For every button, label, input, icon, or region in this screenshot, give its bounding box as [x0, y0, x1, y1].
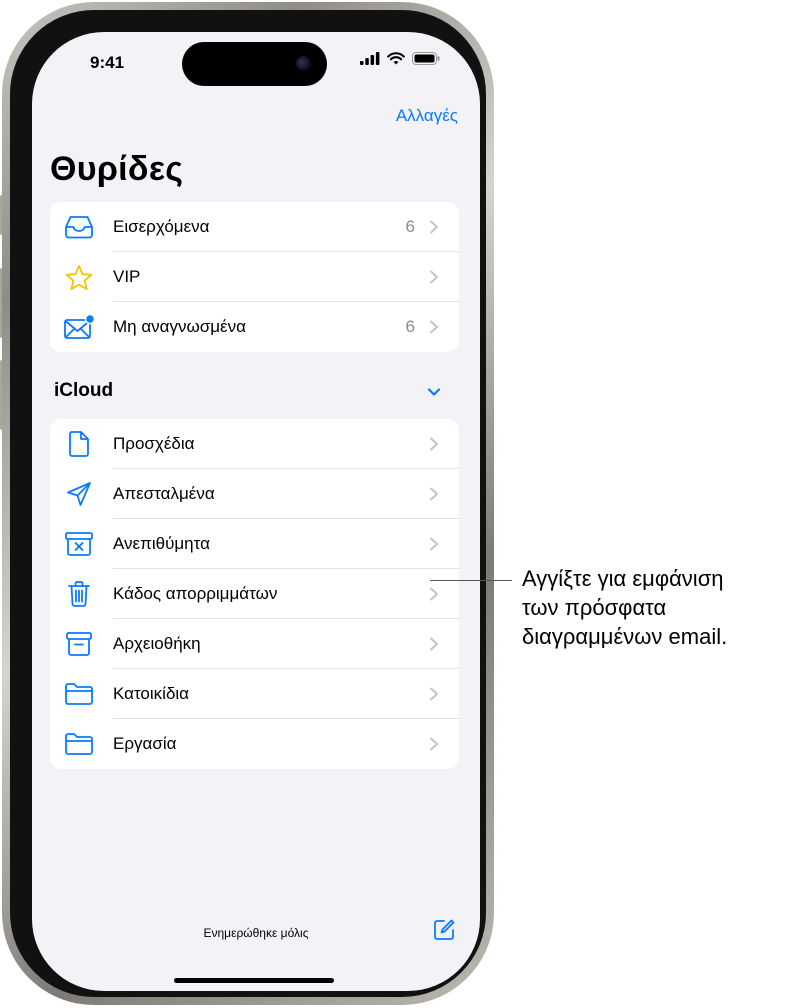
unread-count: 6: [405, 217, 415, 236]
status-time: 9:41: [90, 53, 125, 72]
inbox-icon: [63, 212, 95, 242]
mailbox-label: Εισερχόμενα: [113, 217, 210, 236]
chevron-right-icon: [430, 587, 438, 601]
folder-label: Αρχειοθήκη: [113, 634, 201, 653]
folder-row-drafts[interactable]: Προσχέδια: [50, 419, 459, 469]
mailbox-label: VIP: [113, 267, 141, 286]
chevron-right-icon: [430, 537, 438, 551]
folder-icon: [63, 729, 95, 759]
signal-icon: [360, 52, 380, 65]
chevron-right-icon: [430, 737, 438, 751]
junk-icon: [63, 529, 95, 559]
wifi-icon: [387, 52, 405, 65]
edit-button[interactable]: Αλλαγές: [396, 106, 458, 126]
mailbox-row-inbox[interactable]: Εισερχόμενα 6: [50, 202, 459, 252]
folder-row-archive[interactable]: Αρχειοθήκη: [50, 619, 459, 669]
compose-icon[interactable]: [432, 918, 456, 942]
callout-line: [430, 580, 512, 581]
callout-text: Αγγίξτε για εμφάνιση των πρόσφατα διαγρα…: [522, 566, 728, 649]
icloud-folders-list: Προσχέδια Απεσταλμένα Ανεπιθύμητα Κάδος …: [50, 419, 459, 769]
star-icon: [63, 262, 95, 292]
folder-row-work[interactable]: Εργασία: [50, 719, 459, 769]
folder-row-sent[interactable]: Απεσταλμένα: [50, 469, 459, 519]
phone-screen: 9:41 Αλλαγές Θυρίδες Εισερχόμενα 6 VIP Μ…: [32, 32, 480, 991]
chevron-right-icon: [430, 437, 438, 451]
document-icon: [63, 429, 95, 459]
phone-frame: 9:41 Αλλαγές Θυρίδες Εισερχόμενα 6 VIP Μ…: [2, 2, 494, 1005]
icloud-section-title[interactable]: iCloud: [54, 380, 113, 402]
dynamic-island: [182, 42, 327, 86]
status-icons: [360, 52, 440, 65]
update-status-text: Ενημερώθηκε μόλις: [203, 926, 309, 940]
folder-label: Κάδος απορριμμάτων: [113, 584, 278, 603]
folder-row-trash[interactable]: Κάδος απορριμμάτων: [50, 569, 459, 619]
battery-icon: [412, 52, 440, 65]
chevron-right-icon: [430, 487, 438, 501]
folder-row-junk[interactable]: Ανεπιθύμητα: [50, 519, 459, 569]
folder-label: Κατοικίδια: [113, 684, 190, 703]
folder-icon: [63, 679, 95, 709]
mailbox-row-unread[interactable]: Μη αναγνωσμένα 6: [50, 302, 459, 352]
camera-icon: [296, 56, 311, 71]
unread-count: 6: [405, 317, 415, 336]
trash-icon: [63, 579, 95, 609]
chevron-down-icon[interactable]: [426, 384, 442, 400]
folder-row-pets[interactable]: Κατοικίδια: [50, 669, 459, 719]
page-title: Θυρίδες: [50, 150, 184, 188]
archive-icon: [63, 629, 95, 659]
paperplane-icon: [63, 479, 95, 509]
mailbox-label: Μη αναγνωσμένα: [113, 317, 246, 336]
folder-label: Προσχέδια: [113, 434, 195, 453]
chevron-right-icon: [430, 320, 438, 334]
folder-label: Εργασία: [113, 734, 177, 753]
home-indicator: [174, 978, 334, 983]
folder-label: Απεσταλμένα: [113, 484, 215, 503]
chevron-right-icon: [430, 687, 438, 701]
unread-envelope-icon: [63, 312, 95, 342]
folder-label: Ανεπιθύμητα: [113, 534, 210, 553]
phone-bezel: 9:41 Αλλαγές Θυρίδες Εισερχόμενα 6 VIP Μ…: [10, 10, 486, 997]
chevron-right-icon: [430, 637, 438, 651]
chevron-right-icon: [430, 270, 438, 284]
chevron-right-icon: [430, 220, 438, 234]
mailboxes-list: Εισερχόμενα 6 VIP Μη αναγνωσμένα 6: [50, 202, 459, 352]
mailbox-row-vip[interactable]: VIP: [50, 252, 459, 302]
